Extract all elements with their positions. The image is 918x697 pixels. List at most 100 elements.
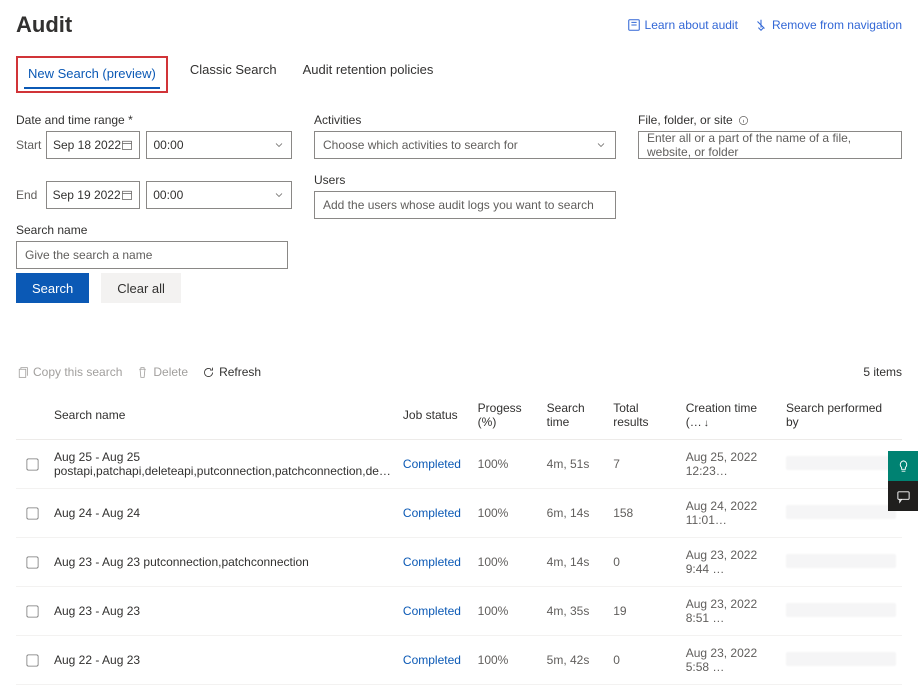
cell-job-status[interactable]: Completed: [397, 489, 472, 538]
cell-job-status[interactable]: Completed: [397, 587, 472, 636]
search-button[interactable]: Search: [16, 273, 89, 303]
column-creation-time[interactable]: Creation time (…↓: [680, 391, 780, 440]
column-search-name[interactable]: Search name: [48, 391, 397, 440]
row-checkbox[interactable]: [26, 654, 38, 666]
cell-progress: 100%: [472, 440, 541, 489]
search-name-label: Search name: [16, 223, 292, 237]
row-checkbox[interactable]: [26, 507, 38, 519]
row-checkbox[interactable]: [26, 556, 38, 568]
activities-placeholder: Choose which activities to search for: [323, 138, 518, 152]
chevron-down-icon: [273, 189, 285, 201]
results-table: Search name Job status Progess (%) Searc…: [16, 391, 902, 685]
cell-search-name: Aug 23 - Aug 23 putconnection,patchconne…: [48, 538, 397, 587]
cell-creation-time: Aug 24, 2022 11:01…: [680, 489, 780, 538]
file-placeholder: Enter all or a part of the name of a fil…: [647, 131, 893, 159]
delete-label: Delete: [153, 365, 188, 379]
copy-search-label: Copy this search: [33, 365, 122, 379]
column-job-status[interactable]: Job status: [397, 391, 472, 440]
column-total-results[interactable]: Total results: [607, 391, 680, 440]
users-placeholder: Add the users whose audit logs you want …: [323, 198, 594, 212]
tab-retention-policies[interactable]: Audit retention policies: [299, 56, 438, 93]
table-row[interactable]: Aug 24 - Aug 24Completed100%6m, 14s158Au…: [16, 489, 902, 538]
cell-creation-time: Aug 23, 2022 5:58 …: [680, 636, 780, 685]
chevron-down-icon: [273, 139, 285, 151]
feedback-tab[interactable]: [888, 451, 918, 481]
table-row[interactable]: Aug 22 - Aug 23Completed100%5m, 42s0Aug …: [16, 636, 902, 685]
date-range-label: Date and time range *: [16, 113, 292, 127]
column-search-time[interactable]: Search time: [541, 391, 608, 440]
column-progress[interactable]: Progess (%): [472, 391, 541, 440]
cell-total-results: 0: [607, 636, 680, 685]
cell-performed-by: [780, 538, 902, 587]
cell-search-time: 4m, 35s: [541, 587, 608, 636]
tabs-bar: New Search (preview) Classic Search Audi…: [16, 56, 902, 93]
cell-total-results: 19: [607, 587, 680, 636]
cell-job-status[interactable]: Completed: [397, 440, 472, 489]
table-row[interactable]: Aug 23 - Aug 23 putconnection,patchconne…: [16, 538, 902, 587]
cell-progress: 100%: [472, 636, 541, 685]
refresh-label: Refresh: [219, 365, 261, 379]
cell-performed-by: [780, 489, 902, 538]
cell-performed-by: [780, 440, 902, 489]
search-name-input[interactable]: Give the search a name: [16, 241, 288, 269]
header-links: Learn about audit Remove from navigation: [627, 18, 902, 32]
cell-search-time: 4m, 14s: [541, 538, 608, 587]
column-performed-by[interactable]: Search performed by: [780, 391, 902, 440]
table-row[interactable]: Aug 23 - Aug 23Completed100%4m, 35s19Aug…: [16, 587, 902, 636]
book-icon: [627, 18, 641, 32]
end-time-select[interactable]: 00:00: [146, 181, 292, 209]
remove-from-nav-link[interactable]: Remove from navigation: [754, 18, 902, 32]
end-time-value: 00:00: [153, 188, 183, 202]
end-label: End: [16, 188, 40, 202]
users-label: Users: [314, 173, 616, 187]
copy-icon: [16, 366, 29, 379]
items-count: 5 items: [863, 365, 902, 379]
delete-button[interactable]: Delete: [136, 365, 188, 379]
cell-progress: 100%: [472, 489, 541, 538]
cell-creation-time: Aug 23, 2022 9:44 …: [680, 538, 780, 587]
cell-search-name: Aug 22 - Aug 23: [48, 636, 397, 685]
cell-creation-time: Aug 23, 2022 8:51 …: [680, 587, 780, 636]
cell-progress: 100%: [472, 587, 541, 636]
end-date-value: Sep 19 2022: [53, 188, 121, 202]
cell-progress: 100%: [472, 538, 541, 587]
file-label: File, folder, or site: [638, 113, 902, 127]
start-label: Start: [16, 138, 40, 152]
start-time-value: 00:00: [153, 138, 183, 152]
cell-search-time: 6m, 14s: [541, 489, 608, 538]
learn-about-audit-link[interactable]: Learn about audit: [627, 18, 738, 32]
clear-all-button[interactable]: Clear all: [101, 273, 181, 303]
cell-total-results: 158: [607, 489, 680, 538]
page-title: Audit: [16, 12, 72, 38]
pin-remove-icon: [754, 18, 768, 32]
users-input[interactable]: Add the users whose audit logs you want …: [314, 191, 616, 219]
cell-job-status[interactable]: Completed: [397, 538, 472, 587]
row-checkbox[interactable]: [26, 458, 38, 470]
info-icon[interactable]: [738, 115, 749, 126]
row-checkbox[interactable]: [26, 605, 38, 617]
activities-label: Activities: [314, 113, 616, 127]
learn-about-audit-label: Learn about audit: [645, 18, 738, 32]
cell-job-status[interactable]: Completed: [397, 636, 472, 685]
results-toolbar: Copy this search Delete Refresh 5 items: [16, 359, 902, 385]
chat-tab[interactable]: [888, 481, 918, 511]
tab-classic-search[interactable]: Classic Search: [186, 56, 281, 93]
lightbulb-icon: [896, 459, 911, 474]
end-date-input[interactable]: Sep 19 2022: [46, 181, 141, 209]
remove-from-nav-label: Remove from navigation: [772, 18, 902, 32]
table-row[interactable]: Aug 25 - Aug 25 postapi,patchapi,deletea…: [16, 440, 902, 489]
start-time-select[interactable]: 00:00: [146, 131, 292, 159]
file-input[interactable]: Enter all or a part of the name of a fil…: [638, 131, 902, 159]
cell-search-name: Aug 25 - Aug 25 postapi,patchapi,deletea…: [48, 440, 397, 489]
cell-creation-time: Aug 25, 2022 12:23…: [680, 440, 780, 489]
cell-total-results: 7: [607, 440, 680, 489]
column-checkbox: [16, 391, 48, 440]
refresh-button[interactable]: Refresh: [202, 365, 261, 379]
trash-icon: [136, 366, 149, 379]
sort-desc-icon: ↓: [704, 418, 709, 429]
copy-search-button[interactable]: Copy this search: [16, 365, 122, 379]
start-date-input[interactable]: Sep 18 2022: [46, 131, 140, 159]
activities-select[interactable]: Choose which activities to search for: [314, 131, 616, 159]
tab-new-search[interactable]: New Search (preview): [24, 60, 160, 89]
start-date-value: Sep 18 2022: [53, 138, 121, 152]
